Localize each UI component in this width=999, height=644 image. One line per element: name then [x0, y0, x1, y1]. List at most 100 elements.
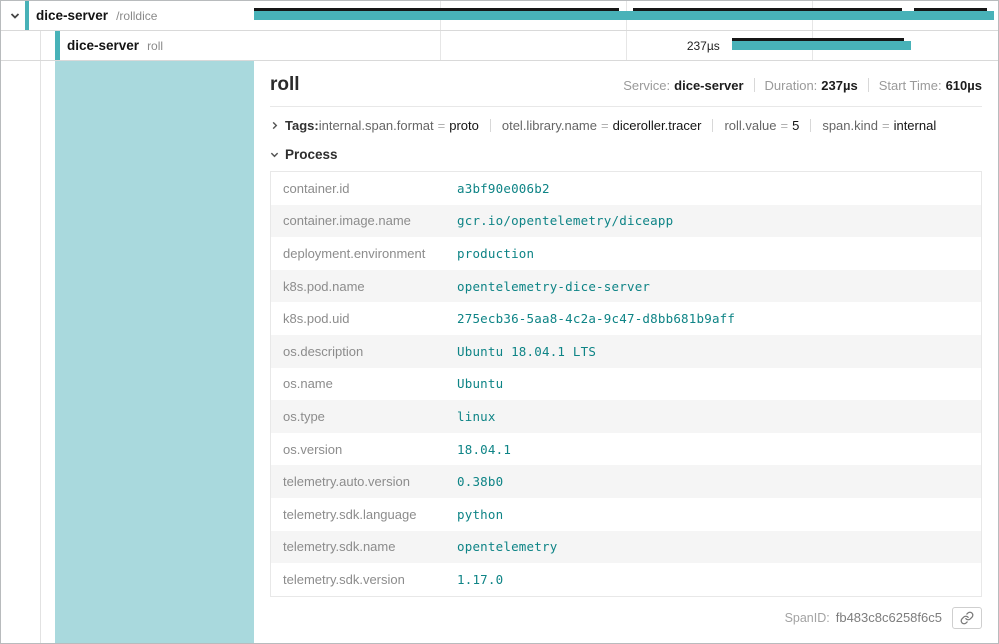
header-divider: [270, 106, 982, 107]
span-service-name: dice-server: [67, 38, 139, 53]
table-row: telemetry.sdk.language python: [271, 498, 981, 531]
span-row-rolldice[interactable]: dice-server /rolldice: [1, 1, 998, 31]
attr-value: Ubuntu: [449, 369, 981, 398]
attr-value: Ubuntu 18.04.1 LTS: [449, 337, 981, 366]
table-row: k8s.pod.name opentelemetry-dice-server: [271, 270, 981, 303]
span-color-accent: [55, 31, 60, 60]
table-row: deployment.environment production: [271, 237, 981, 270]
critical-path-segment: [254, 8, 619, 11]
detail-row: roll Service:dice-server Duration:237µs …: [1, 61, 998, 643]
attr-key: telemetry.sdk.name: [271, 532, 449, 561]
tag-equals: =: [601, 118, 609, 133]
tree-indent-guide: [1, 31, 41, 60]
tags-accordion-toggle[interactable]: Tags: internal.span.format = proto otel.…: [270, 118, 982, 133]
tag-value: 5: [792, 118, 799, 133]
span-bar-track[interactable]: 237µs: [254, 31, 998, 60]
table-row: container.image.name gcr.io/opentelemetr…: [271, 205, 981, 238]
link-icon: [960, 611, 974, 625]
selected-span-highlight[interactable]: [55, 61, 254, 643]
deep-link-button[interactable]: [952, 607, 982, 629]
table-row: os.type linux: [271, 400, 981, 433]
critical-path-segment: [732, 38, 904, 41]
tags-label: Tags:: [285, 118, 319, 133]
tag-separator: [490, 119, 491, 132]
stat-value: dice-server: [674, 78, 743, 93]
table-row: os.version 18.04.1: [271, 433, 981, 466]
attr-key: telemetry.sdk.language: [271, 500, 449, 529]
critical-path-segment: [633, 8, 902, 11]
table-row: k8s.pod.uid 275ecb36-5aa8-4c2a-9c47-d8bb…: [271, 302, 981, 335]
attr-key: os.version: [271, 435, 449, 464]
span-duration-bar[interactable]: [732, 41, 911, 50]
table-row: telemetry.sdk.name opentelemetry: [271, 531, 981, 564]
detail-title: roll: [270, 74, 300, 96]
attr-key: os.type: [271, 402, 449, 431]
table-row: os.name Ubuntu: [271, 368, 981, 401]
attr-key: telemetry.sdk.version: [271, 565, 449, 594]
attr-key: k8s.pod.uid: [271, 304, 449, 333]
attr-key: os.name: [271, 369, 449, 398]
span-name-column: dice-server roll: [1, 31, 254, 60]
stat-label: Start Time:: [879, 78, 942, 93]
attr-value: gcr.io/opentelemetry/diceapp: [449, 206, 981, 235]
stat-separator: [754, 78, 755, 92]
tag-item: otel.library.name = diceroller.tracer: [502, 118, 702, 133]
table-row: container.id a3bf90e006b2: [271, 172, 981, 205]
chevron-right-icon: [270, 121, 282, 130]
attr-value: opentelemetry-dice-server: [449, 272, 981, 301]
attr-value: python: [449, 500, 981, 529]
stat-value: 610µs: [946, 78, 982, 93]
attr-value: opentelemetry: [449, 532, 981, 561]
tag-item: roll.value = 5: [724, 118, 799, 133]
tag-item: span.kind = internal: [822, 118, 936, 133]
stat-start-time: Start Time: 610µs: [879, 78, 982, 93]
tree-gutter: [41, 61, 55, 643]
tag-separator: [712, 119, 713, 132]
attr-value: 0.38b0: [449, 467, 981, 496]
tag-value: diceroller.tracer: [613, 118, 702, 133]
tag-equals: =: [438, 118, 446, 133]
stat-value: 237µs: [821, 78, 857, 93]
process-label: Process: [285, 147, 338, 162]
attr-value: a3bf90e006b2: [449, 174, 981, 203]
tag-value: proto: [449, 118, 479, 133]
tag-equals: =: [882, 118, 890, 133]
stat-separator: [868, 78, 869, 92]
process-accordion-toggle[interactable]: Process: [270, 147, 982, 162]
tag-key: otel.library.name: [502, 118, 597, 133]
span-detail-panel: roll Service:dice-server Duration:237µs …: [254, 61, 998, 643]
attr-key: container.id: [271, 174, 449, 203]
tree-gutter: [1, 61, 41, 643]
tag-item: internal.span.format = proto: [319, 118, 479, 133]
tag-value: internal: [894, 118, 937, 133]
attr-key: k8s.pod.name: [271, 272, 449, 301]
attr-value: 18.04.1: [449, 435, 981, 464]
span-name-column: dice-server /rolldice: [1, 1, 254, 30]
attr-key: telemetry.auto.version: [271, 467, 449, 496]
detail-header: roll Service:dice-server Duration:237µs …: [270, 74, 982, 96]
table-row: telemetry.sdk.version 1.17.0: [271, 563, 981, 596]
span-duration-bar[interactable]: [254, 11, 994, 20]
timeline-tick: [440, 31, 441, 60]
process-attributes-table: container.id a3bf90e006b2 container.imag…: [270, 171, 982, 597]
stat-label: Service:: [623, 78, 670, 93]
tag-equals: =: [781, 118, 789, 133]
chevron-down-icon[interactable]: [5, 1, 25, 30]
span-service-name: dice-server: [36, 8, 108, 23]
table-row: telemetry.auto.version 0.38b0: [271, 465, 981, 498]
tag-key: internal.span.format: [319, 118, 434, 133]
span-bar-track[interactable]: [254, 1, 998, 30]
tag-key: span.kind: [822, 118, 878, 133]
tag-separator: [810, 119, 811, 132]
tree-indent-guide: [41, 31, 55, 60]
stat-duration: Duration:237µs: [765, 78, 858, 93]
table-row: os.description Ubuntu 18.04.1 LTS: [271, 335, 981, 368]
spanid-value: fb483c8c6258f6c5: [836, 610, 942, 625]
span-operation-name: roll: [147, 39, 163, 53]
timeline-tick: [626, 31, 627, 60]
detail-footer: SpanID: fb483c8c6258f6c5: [270, 607, 982, 629]
span-row-roll[interactable]: dice-server roll 237µs: [1, 31, 998, 61]
attr-value: production: [449, 239, 981, 268]
attr-value: 1.17.0: [449, 565, 981, 594]
attr-key: deployment.environment: [271, 239, 449, 268]
